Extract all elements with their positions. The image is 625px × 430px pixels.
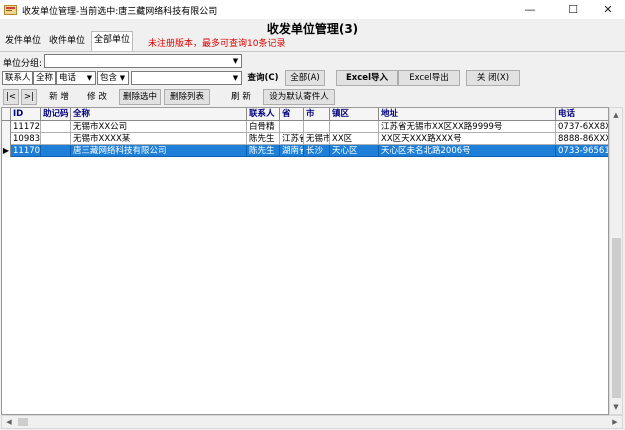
chevron-down-icon: ▼ [117,72,128,84]
cell-province: 湖南省 [280,145,304,157]
table-row[interactable]: 11172 无锡市XX公司 白骨精 江苏省无锡市XX区XX路9999号 0737… [2,121,608,133]
query-button[interactable]: 查询(C) [244,70,282,86]
column-header-province[interactable]: 省 [280,108,304,121]
last-record-button[interactable]: >| [21,89,37,105]
window-titlebar: 收发单位管理-当前选中:唐三藏网络科技有限公司 — ☐ ✕ [0,0,625,19]
delete-selected-button[interactable]: 删除选中 [119,89,161,105]
group-label: 单位分组: [3,59,43,69]
app-icon [4,5,17,15]
column-header-mnemonic[interactable]: 助记码 [41,108,71,121]
column-header-fullname[interactable]: 全称 [71,108,247,121]
table-row-selected[interactable]: ▶ 11170 唐三藏网络科技有限公司 陈先生 湖南省 长沙 天心区 天心区未名… [2,145,608,157]
cell-phone: 0737-6XX8XXX [556,121,608,133]
operator-select-value: 包含 [100,73,118,83]
cell-fullname: 唐三藏网络科技有限公司 [71,145,247,157]
cell-district [330,121,379,133]
cell-id: 10983 [11,133,41,145]
units-table[interactable]: ID 助记码 全称 联系人 省 市 镇区 地址 电话 11172 无锡市XX公司… [1,107,609,415]
field-select-phone-value: 电话 [59,73,77,83]
column-header-phone[interactable]: 电话 [556,108,608,121]
vertical-scroll-thumb[interactable] [612,238,621,398]
vertical-scrollbar[interactable]: ▲ ▼ [609,107,623,415]
scroll-down-icon[interactable]: ▼ [610,400,622,414]
scroll-left-icon[interactable]: ◀ [2,416,16,428]
cell-mnemonic [41,133,71,145]
cell-phone: 8888-86XXX11 [556,133,608,145]
field-select-contact[interactable]: 联系人 [2,71,33,85]
field-select-fullname[interactable]: 全称 [33,71,56,85]
cell-city [304,121,330,133]
window-title: 收发单位管理-当前选中:唐三藏网络科技有限公司 [22,7,218,17]
cell-contact: 陈先生 [247,133,280,145]
tab-receiver-units[interactable]: 收件单位 [47,33,87,51]
column-header-address[interactable]: 地址 [379,108,556,121]
group-select[interactable]: ▼ [44,54,242,68]
excel-export-button[interactable]: Excel导出 [398,70,460,86]
tab-sender-units[interactable]: 发件单位 [3,33,43,51]
cell-phone: 0733-9656118 [556,145,608,157]
excel-import-button[interactable]: Excel导入 [336,70,398,86]
show-all-button[interactable]: 全部(A) [285,70,325,86]
unregistered-notice: 未注册版本，最多可查询10条记录 [148,39,286,49]
cell-address: 江苏省无锡市XX区XX路9999号 [379,121,556,133]
operator-select[interactable]: 包含 ▼ [97,71,129,85]
column-header-id[interactable]: ID [11,108,41,121]
minimize-button[interactable]: — [511,0,549,19]
cell-district: XX区 [330,133,379,145]
row-indicator-cell [2,121,11,133]
cell-fullname: 无锡市XXXX某 [71,133,247,145]
cell-id: 11172 [11,121,41,133]
cell-mnemonic [41,121,71,133]
cell-contact: 白骨精 [247,121,280,133]
query-value-select[interactable]: ▼ [131,71,242,85]
cell-province [280,121,304,133]
header-indicator-cell [2,108,11,120]
cell-district: 天心区 [330,145,379,157]
cell-contact: 陈先生 [247,145,280,157]
cell-city: 无锡市 [304,133,330,145]
column-header-district[interactable]: 镇区 [330,108,379,121]
edit-button[interactable]: 修 改 [80,89,114,105]
workspace: 收发单位管理(3) 发件单位 收件单位 全部单位 未注册版本，最多可查询10条记… [0,19,625,430]
field-select-phone[interactable]: 电话 ▼ [56,71,96,85]
chevron-down-icon: ▼ [84,72,95,84]
table-row[interactable]: 10983 无锡市XXXX某 陈先生 江苏省 无锡市 XX区 XX区天XXX路X… [2,133,608,145]
cell-address: XX区天XXX路XXX号 [379,133,556,145]
current-row-arrow-icon: ▶ [2,145,11,157]
column-header-contact[interactable]: 联系人 [247,108,280,121]
chevron-down-icon: ▼ [230,55,241,67]
refresh-button[interactable]: 刷 新 [222,89,260,105]
cell-address: 天心区未名北路2006号 [379,145,556,157]
cell-id: 11170 [11,145,41,157]
horizontal-scrollbar[interactable]: ◀ ▶ [1,415,623,429]
scroll-up-icon[interactable]: ▲ [610,108,622,122]
field-select-contact-value: 联系人 [5,73,31,83]
tab-divider [0,51,625,52]
delete-list-button[interactable]: 删除列表 [164,89,210,105]
table-header: ID 助记码 全称 联系人 省 市 镇区 地址 电话 [2,108,608,121]
cell-city: 长沙 [304,145,330,157]
chevron-down-icon: ▼ [230,72,241,84]
close-button[interactable]: 关 闭(X) [466,70,520,86]
tab-all-units[interactable]: 全部单位 [91,31,134,51]
field-select-fullname-value: 全称 [36,73,54,83]
scroll-right-icon[interactable]: ▶ [608,416,622,428]
cell-province: 江苏省 [280,133,304,145]
cell-fullname: 无锡市XX公司 [71,121,247,133]
horizontal-scroll-thumb[interactable] [18,418,28,426]
maximize-button[interactable]: ☐ [554,0,592,19]
set-default-sender-button[interactable]: 设为默认寄件人 [263,89,335,105]
first-record-button[interactable]: |< [3,89,19,105]
close-window-button[interactable]: ✕ [589,0,625,19]
column-header-city[interactable]: 市 [304,108,330,121]
add-button[interactable]: 新 增 [42,89,76,105]
cell-mnemonic [41,145,71,157]
row-indicator-cell [2,133,11,145]
